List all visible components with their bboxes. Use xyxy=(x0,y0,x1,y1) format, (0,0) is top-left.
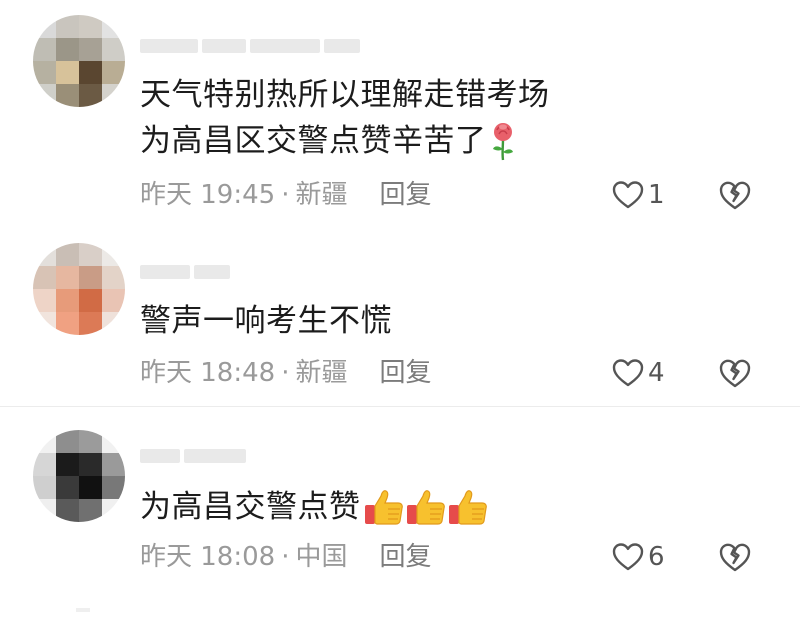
meta-separator: · xyxy=(281,542,290,572)
reply-button[interactable]: 回复 xyxy=(379,180,431,210)
dislike-button[interactable] xyxy=(718,356,752,390)
username-redacted[interactable] xyxy=(140,264,230,280)
thumbs-up-icon xyxy=(363,487,405,527)
broken-heart-icon xyxy=(718,543,752,578)
heart-icon xyxy=(612,542,644,572)
comment-meta: 昨天 18:08 · 中国 回复 xyxy=(140,540,432,574)
comment-text: 天气特别热所以理解走错考场 为高昌区交警点赞辛苦了 xyxy=(140,72,550,164)
thumbs-up-icon xyxy=(405,487,447,527)
comment-location: 中国 xyxy=(295,542,348,572)
meta-separator: · xyxy=(281,180,290,210)
comment-text: 警声一响考生不慌 xyxy=(140,298,392,344)
comment-time: 昨天 19:45 xyxy=(140,180,276,210)
reply-button[interactable]: 回复 xyxy=(379,542,431,572)
like-button[interactable]: 6 xyxy=(612,540,665,574)
next-comment-hint xyxy=(76,608,90,612)
like-button[interactable]: 4 xyxy=(612,356,665,390)
avatar[interactable] xyxy=(33,243,125,335)
comment-text-line: 为高昌区交警点赞辛苦了 xyxy=(140,118,550,164)
broken-heart-icon xyxy=(718,359,752,394)
avatar[interactable] xyxy=(33,430,125,522)
like-count: 1 xyxy=(648,180,665,210)
comment-divider xyxy=(0,406,800,407)
heart-icon xyxy=(612,358,644,388)
dislike-button[interactable] xyxy=(718,540,752,574)
thumbs-up-icon xyxy=(447,487,489,527)
comment-meta: 昨天 18:48 · 新疆 回复 xyxy=(140,356,432,390)
comment-text-line: 为高昌交警点赞 xyxy=(140,484,489,530)
comment-text-line-part: 为高昌交警点赞 xyxy=(140,489,361,525)
username-redacted[interactable] xyxy=(140,448,246,464)
broken-heart-icon xyxy=(718,181,752,216)
comment-text-line-part: 为高昌区交警点赞辛苦了 xyxy=(140,123,487,159)
like-count: 6 xyxy=(648,542,665,572)
reply-button[interactable]: 回复 xyxy=(379,358,431,388)
comment-time: 昨天 18:48 xyxy=(140,358,276,388)
like-count: 4 xyxy=(648,358,665,388)
comment-text-line: 天气特别热所以理解走错考场 xyxy=(140,77,550,113)
rose-icon xyxy=(490,121,516,161)
comment-time: 昨天 18:08 xyxy=(140,542,276,572)
dislike-button[interactable] xyxy=(718,178,752,212)
comment-location: 新疆 xyxy=(295,358,348,388)
meta-separator: · xyxy=(281,358,290,388)
avatar[interactable] xyxy=(33,15,125,107)
username-redacted[interactable] xyxy=(140,38,360,54)
comment-location: 新疆 xyxy=(295,180,348,210)
heart-icon xyxy=(612,180,644,210)
comment-text: 为高昌交警点赞 xyxy=(140,484,489,530)
comment-text-line: 警声一响考生不慌 xyxy=(140,303,392,339)
like-button[interactable]: 1 xyxy=(612,178,665,212)
comment-meta: 昨天 19:45 · 新疆 回复 xyxy=(140,178,432,212)
